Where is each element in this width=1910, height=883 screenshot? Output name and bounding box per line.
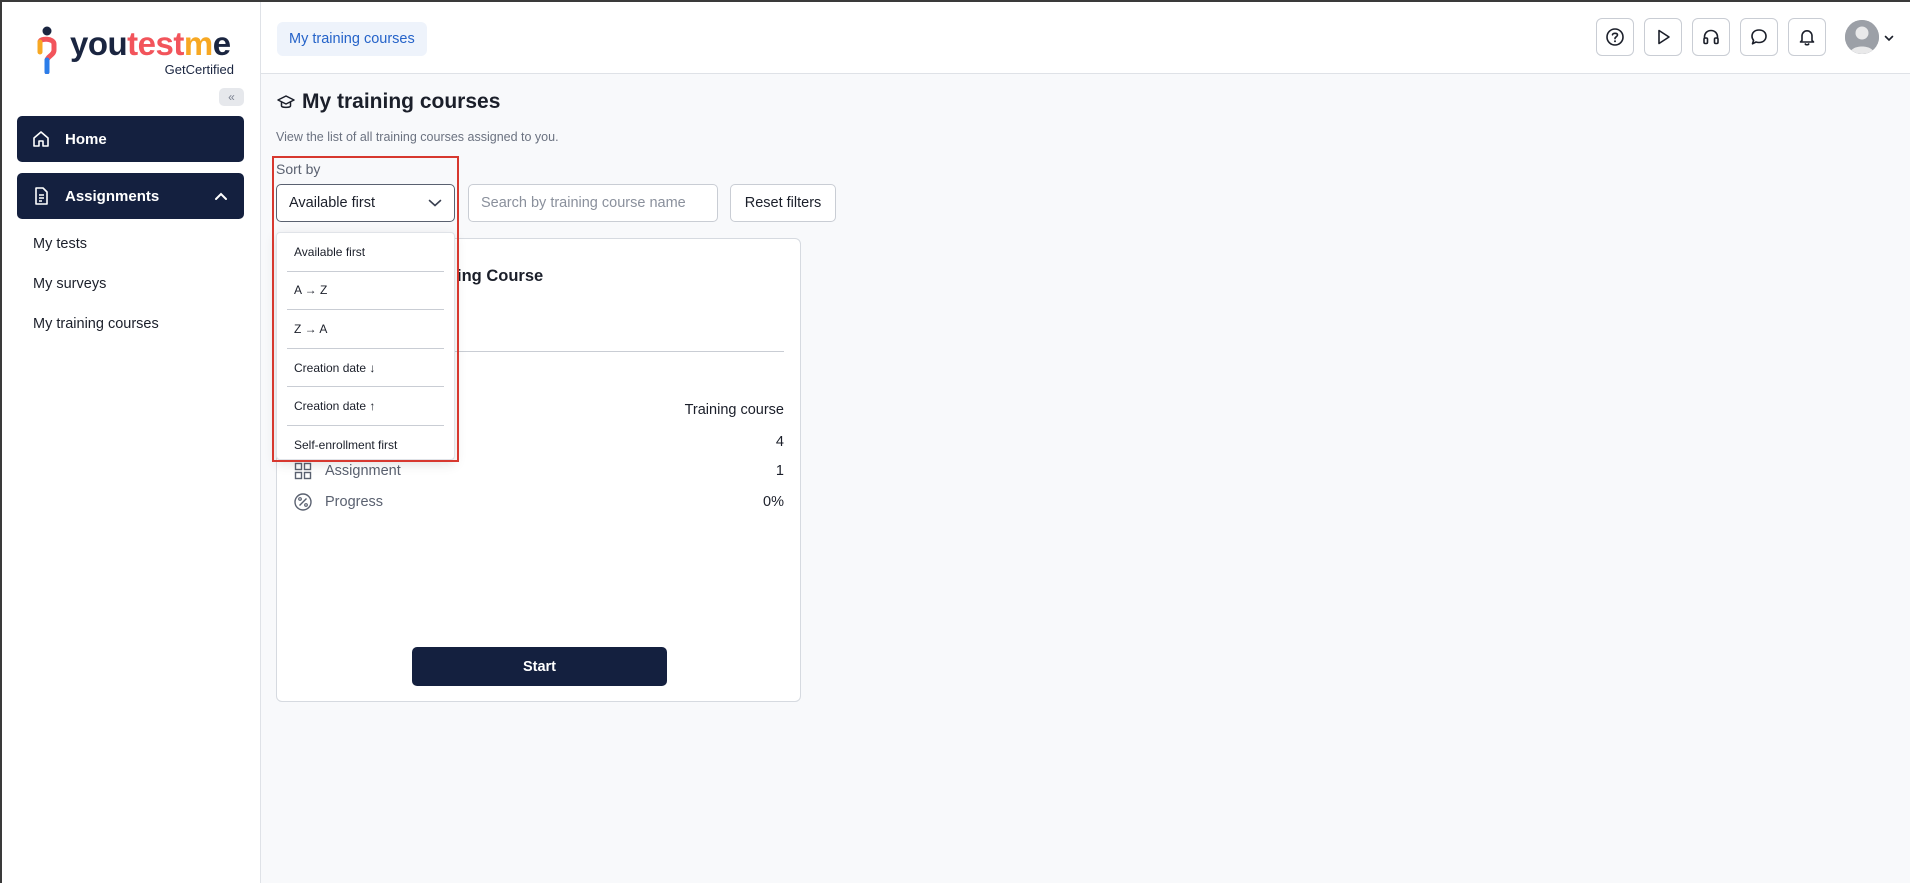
play-icon [1658, 29, 1670, 45]
play-button[interactable] [1644, 18, 1682, 56]
bell-icon [1799, 30, 1815, 46]
help-button[interactable] [1596, 18, 1634, 56]
headset-icon [1703, 29, 1719, 45]
sort-option-available-first[interactable]: Available first [287, 233, 444, 272]
sidebar-subitem-my-training-courses[interactable]: My training courses [33, 316, 159, 332]
breadcrumb[interactable]: My training courses [277, 22, 427, 56]
reset-filters-button[interactable]: Reset filters [730, 184, 836, 222]
card-row-value: 4 [775, 434, 784, 450]
chevron-up-icon [215, 192, 227, 200]
sidebar-item-assignments[interactable]: Assignments [17, 173, 244, 219]
sidebar: youtestme GetCertified « Home Assignment… [0, 0, 261, 883]
sort-option-creation-date-desc[interactable]: Creation date ↓ [287, 349, 444, 388]
chevron-down-icon [428, 199, 442, 207]
top-bar: My training courses [261, 2, 1910, 74]
card-row-value: 0% [763, 494, 784, 510]
percent-icon [293, 492, 313, 512]
notifications-button[interactable] [1788, 18, 1826, 56]
sidebar-item-label: Assignments [65, 187, 160, 205]
chevron-down-icon[interactable] [1883, 32, 1895, 44]
sort-selected-value: Available first [289, 195, 375, 211]
card-title[interactable]: ing Course [457, 267, 543, 286]
brand-logo[interactable]: youtestme GetCertified [34, 22, 234, 78]
brand-wordmark: youtestme [70, 25, 231, 62]
sidebar-item-label: Home [65, 130, 107, 148]
sort-by-label: Sort by [276, 161, 321, 177]
sort-option-a-to-z[interactable]: A → Z [287, 272, 444, 311]
card-row-label: Progress [325, 494, 384, 510]
graduation-cap-icon [277, 95, 295, 109]
collapse-sidebar-button[interactable]: « [219, 88, 244, 106]
search-input[interactable] [468, 184, 718, 222]
help-icon [1606, 28, 1624, 46]
brand-tagline: GetCertified [164, 62, 234, 77]
chat-button[interactable] [1740, 18, 1778, 56]
page-title: My training courses [302, 90, 501, 113]
sort-option-self-enrollment-first[interactable]: Self-enrollment first [287, 426, 444, 465]
document-icon [31, 186, 51, 206]
support-button[interactable] [1692, 18, 1730, 56]
start-button[interactable]: Start [412, 647, 667, 686]
card-row-value: 1 [775, 463, 784, 479]
sort-option-creation-date-asc[interactable]: Creation date ↑ [287, 387, 444, 426]
card-row-label: Assignment [325, 463, 401, 479]
logo-person-icon [37, 26, 57, 74]
chat-icon [1751, 29, 1767, 45]
sidebar-subitem-my-tests[interactable]: My tests [33, 236, 87, 252]
page-description: View the list of all training courses as… [276, 130, 559, 144]
user-avatar[interactable] [1845, 20, 1879, 54]
sort-by-select[interactable]: Available first [276, 184, 455, 222]
card-row-progress: Progress 0% [293, 490, 784, 514]
home-icon [31, 129, 51, 149]
card-type: Training course [684, 402, 784, 418]
sort-option-z-to-a[interactable]: Z → A [287, 310, 444, 349]
double-chevron-left-icon: « [228, 90, 235, 104]
sidebar-subitem-my-surveys[interactable]: My surveys [33, 276, 106, 292]
sort-options-menu: Available first A → Z Z → A Creation dat… [276, 232, 455, 460]
sidebar-item-home[interactable]: Home [17, 116, 244, 162]
